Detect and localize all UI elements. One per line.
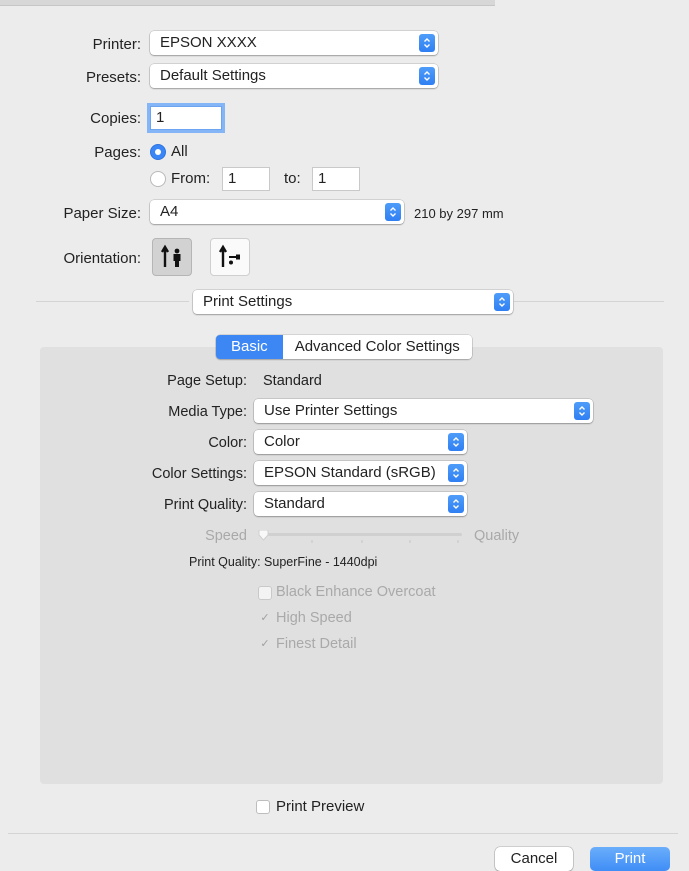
color-settings-popup[interactable]: EPSON Standard (sRGB)	[254, 461, 467, 485]
chevron-up-down-icon	[448, 433, 464, 451]
footer-separator	[8, 833, 678, 834]
chevron-up-down-icon	[419, 34, 435, 52]
page-setup-label: Page Setup:	[167, 373, 247, 389]
portrait-orientation-icon	[160, 244, 181, 267]
slider-quality-label: Quality	[474, 528, 520, 544]
pages-label: Pages:	[94, 144, 141, 161]
color-value: Color	[264, 433, 300, 450]
pages-all-label: All	[171, 143, 188, 160]
printer-value: EPSON XXXX	[160, 34, 257, 51]
color-settings-value: EPSON Standard (sRGB)	[264, 464, 436, 481]
portrait-button[interactable]	[152, 238, 192, 276]
chevron-up-down-icon	[448, 464, 464, 482]
pages-range-radio[interactable]	[150, 171, 166, 187]
color-settings-label: Color Settings:	[151, 466, 247, 482]
black-enhance-overcoat-label: Black Enhance Overcoat	[276, 584, 436, 600]
landscape-button[interactable]	[210, 238, 250, 276]
pages-to-label: to:	[284, 170, 301, 187]
chevron-up-down-icon	[385, 203, 401, 221]
quality-info-value: SuperFine - 1440dpi	[264, 555, 378, 569]
orientation-label: Orientation:	[63, 250, 141, 267]
color-label: Color:	[208, 435, 247, 451]
cancel-button[interactable]: Cancel	[495, 847, 573, 871]
media-type-popup[interactable]: Use Printer Settings	[254, 399, 593, 423]
print-preview-label: Print Preview	[276, 798, 365, 815]
tab-bar: Basic Advanced Color Settings	[216, 335, 472, 359]
pages-all-radio[interactable]	[150, 144, 166, 160]
checkmark-icon: ✓	[260, 638, 270, 650]
black-enhance-overcoat-checkbox[interactable]	[258, 586, 272, 600]
paper-dimensions: 210 by 297 mm	[414, 206, 504, 221]
section-popup-value: Print Settings	[203, 293, 293, 310]
presets-value: Default Settings	[160, 67, 266, 84]
window-top-edge	[0, 0, 495, 6]
high-speed-checkbox[interactable]: ✓	[258, 612, 272, 626]
chevron-up-down-icon	[574, 402, 590, 420]
copies-label: Copies:	[90, 110, 141, 127]
quality-info: Print Quality: SuperFine - 1440dpi	[189, 555, 377, 569]
slider-speed-label: Speed	[205, 528, 247, 544]
pages-to-field[interactable]: 1	[312, 167, 360, 191]
chevron-up-down-icon	[419, 67, 435, 85]
copies-field[interactable]: 1	[150, 106, 222, 130]
page-setup-value: Standard	[263, 373, 322, 389]
chevron-up-down-icon	[448, 495, 464, 513]
print-quality-value: Standard	[264, 495, 325, 512]
separator-left	[36, 301, 189, 302]
media-type-value: Use Printer Settings	[264, 402, 398, 419]
print-preview-checkbox[interactable]	[256, 800, 270, 814]
color-popup[interactable]: Color	[254, 430, 467, 454]
quality-slider[interactable]	[258, 529, 464, 543]
checkmark-icon: ✓	[260, 612, 270, 624]
pages-from-label: From:	[171, 170, 211, 187]
landscape-orientation-icon	[218, 244, 240, 267]
separator-right	[514, 301, 664, 302]
paper-size-label: Paper Size:	[63, 205, 141, 222]
print-quality-popup[interactable]: Standard	[254, 492, 467, 516]
paper-size-value: A4	[160, 203, 179, 220]
presets-popup[interactable]: Default Settings	[150, 64, 438, 88]
printer-popup[interactable]: EPSON XXXX	[150, 31, 438, 55]
paper-size-popup[interactable]: A4	[150, 200, 404, 224]
finest-detail-checkbox[interactable]: ✓	[258, 638, 272, 652]
quality-info-label: Print Quality:	[189, 555, 261, 569]
finest-detail-label: Finest Detail	[276, 636, 357, 652]
printer-label: Printer:	[92, 36, 141, 53]
presets-label: Presets:	[85, 69, 141, 86]
print-quality-label: Print Quality:	[164, 497, 247, 513]
media-type-label: Media Type:	[168, 404, 247, 420]
tab-basic[interactable]: Basic	[216, 335, 283, 359]
print-button[interactable]: Print	[590, 847, 670, 871]
section-popup[interactable]: Print Settings	[193, 290, 513, 314]
high-speed-label: High Speed	[276, 610, 352, 626]
chevron-up-down-icon	[494, 293, 510, 311]
tab-advanced-color-settings[interactable]: Advanced Color Settings	[282, 335, 472, 359]
pages-from-field[interactable]: 1	[222, 167, 270, 191]
